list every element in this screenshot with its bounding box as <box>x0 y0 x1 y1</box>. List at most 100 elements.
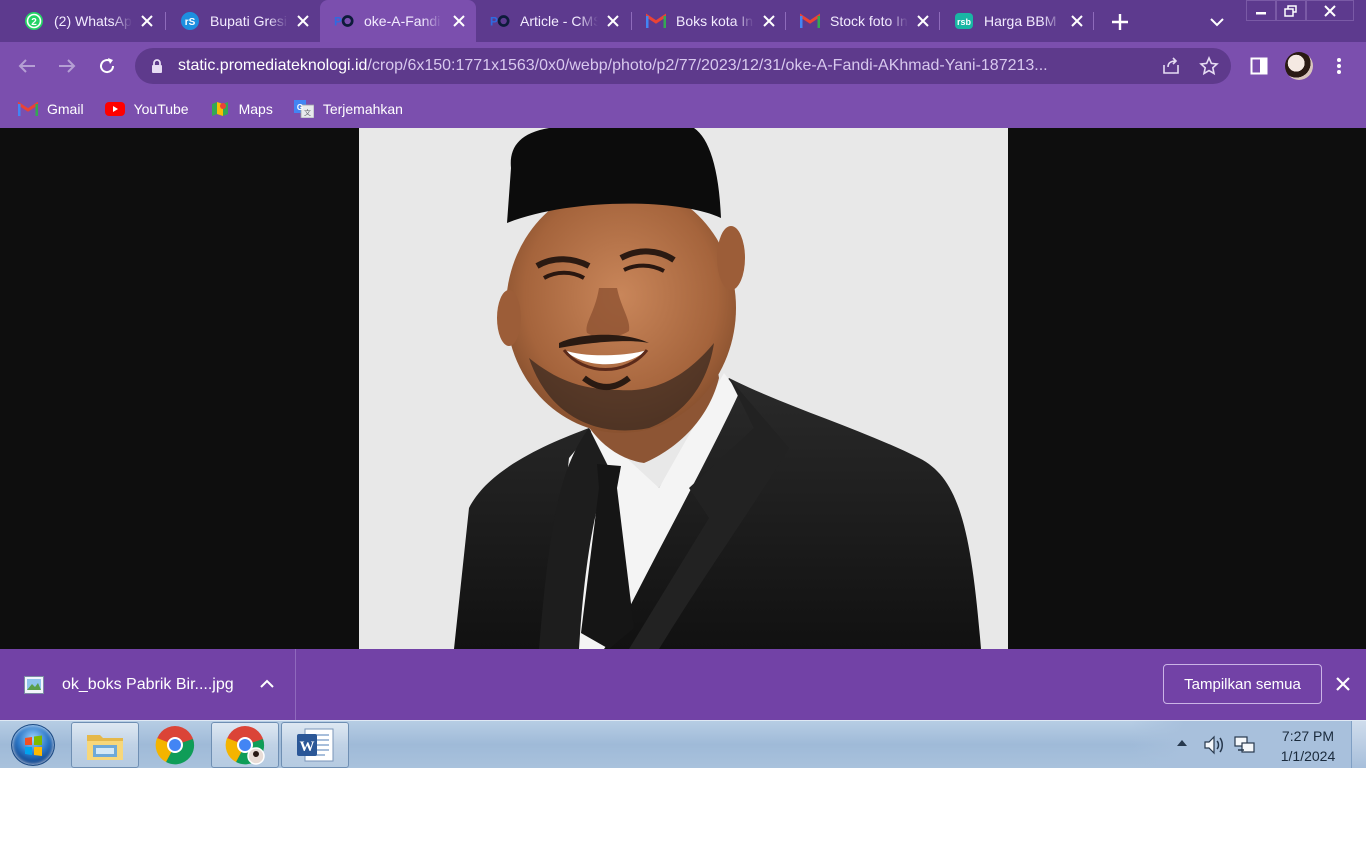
share-icon[interactable] <box>1161 56 1181 76</box>
new-tab-button[interactable] <box>1107 9 1133 35</box>
show-all-downloads-button[interactable]: Tampilkan semua <box>1163 664 1322 704</box>
word-icon: W <box>297 728 334 762</box>
download-bar: ok_boks Pabrik Bir....jpg Tampilkan semu… <box>0 649 1366 720</box>
url-path: /crop/6x150:1771x1563/0x0/webp/photo/p2/… <box>367 57 1048 74</box>
svg-text:rsb: rsb <box>957 17 972 27</box>
gmail-icon <box>646 11 666 31</box>
reload-icon <box>100 58 115 74</box>
close-icon <box>1324 4 1336 17</box>
taskbar-chrome[interactable] <box>141 722 209 768</box>
tab-strip: 2 (2) WhatsApp rS Bupati Gresik P oke-A-… <box>0 0 1366 42</box>
promedia-icon: P <box>490 11 510 31</box>
close-tab-icon[interactable] <box>914 12 932 30</box>
tab-stock-foto[interactable]: Stock foto Indonesia <box>786 0 940 42</box>
speaker-volume-icon[interactable] <box>1203 735 1225 755</box>
bookmarks-bar: Gmail YouTube Maps G文 Terjemahkan <box>0 90 1366 128</box>
show-hidden-icons-icon[interactable] <box>1176 739 1188 747</box>
tab-article-cms[interactable]: P Article - CMS <box>476 0 630 42</box>
svg-text:rS: rS <box>185 17 196 28</box>
close-tab-icon[interactable] <box>604 12 622 30</box>
chevron-up-icon[interactable] <box>258 675 276 693</box>
download-item[interactable]: ok_boks Pabrik Bir....jpg <box>0 649 296 720</box>
rsb-site-icon: rsb <box>954 11 974 31</box>
tab-title: Article - CMS <box>520 13 598 29</box>
whatsapp-icon: 2 <box>24 11 44 31</box>
chrome-profile-icon <box>225 726 265 765</box>
url-host: static.promediateknologi.id <box>178 57 368 74</box>
tab-title: oke-A-Fandi <box>364 13 441 29</box>
tab-separator <box>1093 12 1094 30</box>
bookmark-gmail[interactable]: Gmail <box>18 95 84 123</box>
tab-search-button[interactable] <box>1206 11 1228 33</box>
clock-date: 1/1/2024 <box>1280 748 1336 764</box>
forward-button[interactable] <box>53 52 81 80</box>
address-bar[interactable]: static.promediateknologi.id/crop/6x150:1… <box>135 48 1231 84</box>
portrait-illustration <box>359 128 1008 649</box>
minimize-button[interactable] <box>1246 0 1276 21</box>
image-viewer <box>0 128 1366 649</box>
chrome-icon <box>155 726 195 765</box>
gmail-icon <box>800 11 820 31</box>
svg-text:文: 文 <box>304 108 311 117</box>
kebab-menu-icon <box>1337 58 1341 74</box>
rs-site-icon: rS <box>180 11 200 31</box>
tab-harga-bbm[interactable]: rsb Harga BBM <box>940 0 1094 42</box>
close-tab-icon[interactable] <box>1068 12 1086 30</box>
windows-logo-icon <box>25 735 42 756</box>
close-tab-icon[interactable] <box>760 12 778 30</box>
svg-text:P: P <box>490 15 498 29</box>
start-button[interactable] <box>11 724 55 766</box>
promedia-icon: P <box>334 11 354 31</box>
portrait-photo[interactable] <box>359 128 1008 649</box>
system-clock[interactable]: 7:27 PM 1/1/2024 <box>1268 726 1348 766</box>
browser-menu-button[interactable] <box>1325 52 1353 80</box>
tab-bupati-gresik[interactable]: rS Bupati Gresik <box>166 0 320 42</box>
file-explorer-icon <box>87 735 123 760</box>
close-tab-icon[interactable] <box>294 12 312 30</box>
translate-icon: G文 <box>293 100 314 118</box>
network-icon[interactable] <box>1234 735 1256 755</box>
tab-oke-a-fandi[interactable]: P oke-A-Fandi <box>320 0 476 42</box>
bookmark-label: Gmail <box>47 101 84 117</box>
svg-text:P: P <box>334 15 342 29</box>
close-download-bar-icon[interactable] <box>1334 675 1352 693</box>
bookmark-maps[interactable]: Maps <box>210 95 273 123</box>
clock-time: 7:27 PM <box>1281 728 1335 744</box>
lock-icon[interactable] <box>150 58 164 74</box>
window-controls <box>1246 0 1354 22</box>
plus-icon <box>1112 14 1128 30</box>
side-panel-button[interactable] <box>1245 52 1273 80</box>
image-file-icon <box>24 675 44 694</box>
tab-whatsapp[interactable]: 2 (2) WhatsApp <box>10 0 164 42</box>
side-panel-icon <box>1250 57 1268 75</box>
bookmark-terjemahkan[interactable]: G文 Terjemahkan <box>293 95 403 123</box>
taskbar-chrome-profile[interactable] <box>211 722 279 768</box>
close-tab-icon[interactable] <box>138 12 156 30</box>
taskbar-word[interactable]: W <box>281 722 349 768</box>
close-window-button[interactable] <box>1306 0 1354 21</box>
browser-toolbar: static.promediateknologi.id/crop/6x150:1… <box>0 42 1366 90</box>
arrow-right-icon <box>59 59 76 73</box>
gmail-icon <box>18 101 38 117</box>
arrow-left-icon <box>18 59 35 73</box>
svg-text:G: G <box>297 103 303 112</box>
svg-text:2: 2 <box>31 17 37 28</box>
taskbar-file-explorer[interactable] <box>71 722 139 768</box>
windows-taskbar: W 7:27 PM 1/1/2024 <box>0 720 1366 768</box>
youtube-icon <box>104 101 125 117</box>
profile-avatar[interactable] <box>1285 52 1313 80</box>
bookmark-star-icon[interactable] <box>1199 56 1219 76</box>
tab-title: Harga BBM <box>984 13 1057 29</box>
bookmark-label: YouTube <box>133 101 189 117</box>
bookmark-youtube[interactable]: YouTube <box>104 95 189 123</box>
restore-button[interactable] <box>1276 0 1306 21</box>
close-tab-icon[interactable] <box>450 12 468 30</box>
tab-boks-kota[interactable]: Boks kota Indonesia <box>632 0 786 42</box>
show-desktop-button[interactable] <box>1351 721 1366 768</box>
reload-button[interactable] <box>93 52 121 80</box>
tab-title: (2) WhatsApp <box>54 13 132 29</box>
bookmark-label: Terjemahkan <box>322 101 403 117</box>
back-button[interactable] <box>13 52 41 80</box>
tab-title: Boks kota Indonesia <box>676 13 754 29</box>
url-text[interactable]: static.promediateknologi.id/crop/6x150:1… <box>178 57 1146 75</box>
